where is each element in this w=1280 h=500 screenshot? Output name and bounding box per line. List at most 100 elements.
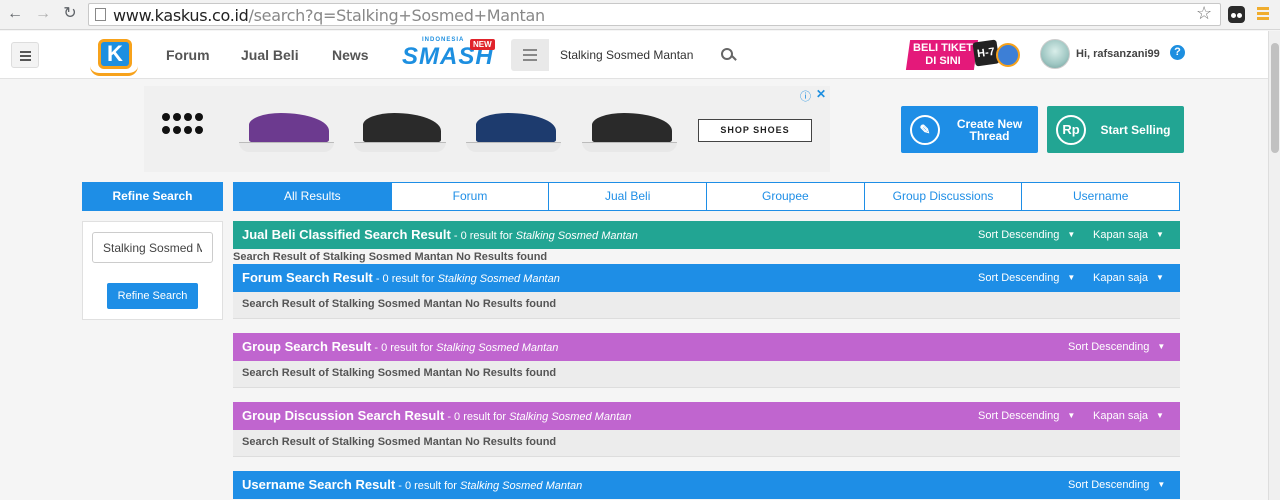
site-header: K Forum Jual Beli News INDONESIA SMASH N… (0, 31, 1268, 79)
mascot-icon (996, 43, 1020, 67)
chevron-down-icon: ▼ (1156, 411, 1164, 420)
nav-forum[interactable]: Forum (166, 47, 210, 63)
result-message: Search Result of Stalking Sosmed Mantan … (233, 292, 1180, 319)
ad-banner[interactable]: SHOP SHOES ⓘ ✕ (144, 86, 830, 172)
tab-forum[interactable]: Forum (392, 183, 550, 210)
sort-label: Sort Descending (978, 410, 1060, 422)
shoe-image (354, 106, 446, 152)
tab-all-results[interactable]: All Results (234, 183, 392, 210)
avatar[interactable] (1040, 39, 1070, 69)
chevron-down-icon: ▼ (1156, 273, 1164, 282)
result-query: Stalking Sosmed Mantan (436, 342, 559, 354)
header-search (511, 39, 746, 71)
tab-jual-beli[interactable]: Jual Beli (549, 183, 708, 210)
time-label: Kapan saja (1093, 410, 1149, 422)
result-title: Username Search Result - 0 result for St… (242, 477, 582, 492)
result-count: - 0 result for (371, 342, 437, 354)
search-icon[interactable] (719, 46, 737, 64)
start-selling-label: Start Selling (1100, 122, 1171, 137)
smash-logo[interactable]: INDONESIA SMASH NEW (402, 37, 497, 73)
help-icon[interactable]: ? (1170, 45, 1185, 60)
refine-search-input[interactable] (92, 232, 213, 263)
result-count: - 0 result for (372, 273, 438, 285)
refine-search-title: Refine Search (82, 182, 223, 211)
result-title-text: Jual Beli Classified Search Result (242, 227, 451, 242)
pencil-icon: ✎ (910, 115, 940, 145)
refine-search-button[interactable]: Refine Search (107, 283, 198, 309)
sort-dropdown[interactable]: Sort Descending ▼ (1068, 479, 1165, 491)
forward-arrow-icon[interactable]: → (33, 4, 53, 24)
url-host: www.kaskus.co.id (113, 6, 249, 25)
search-category-icon[interactable] (523, 49, 537, 64)
address-bar[interactable]: www.kaskus.co.id/search?q=Stalking+Sosme… (88, 3, 1221, 26)
hamburger-menu-button[interactable] (11, 42, 39, 68)
result-query: Stalking Sosmed Mantan (509, 411, 632, 423)
shoe-upper (248, 113, 330, 143)
result-title-text: Forum Search Result (242, 270, 373, 285)
tab-group-discussions[interactable]: Group Discussions (865, 183, 1023, 210)
shoe-upper (591, 113, 673, 143)
page-icon (95, 8, 106, 21)
result-tabs: All Results Forum Jual Beli Groupee Grou… (233, 182, 1180, 211)
bookmark-star-icon[interactable]: ☆ (1196, 3, 1212, 24)
search-input[interactable] (549, 39, 746, 71)
tab-groupee[interactable]: Groupee (707, 183, 865, 210)
time-label: Kapan saja (1093, 272, 1149, 284)
sort-dropdown[interactable]: Sort Descending ▼ (978, 272, 1075, 284)
sort-label: Sort Descending (978, 229, 1060, 241)
back-arrow-icon[interactable]: ← (5, 4, 25, 24)
browser-toolbar: ← → ↻ www.kaskus.co.id/search?q=Stalking… (0, 0, 1280, 30)
result-count: - 0 result for (450, 230, 516, 242)
beli-tiket-banner[interactable]: BELI TIKET DI SINI H-7 (905, 39, 1022, 71)
nav-news[interactable]: News (332, 47, 369, 63)
adchoices-icon[interactable]: ⓘ (800, 88, 811, 104)
sort-label: Sort Descending (1068, 479, 1150, 491)
sort-dropdown[interactable]: Sort Descending ▼ (978, 410, 1075, 422)
chevron-down-icon: ▼ (1067, 230, 1076, 239)
time-label: Kapan saja (1093, 229, 1149, 241)
start-selling-button[interactable]: Rp Start Selling (1047, 106, 1184, 153)
page-scrollbar[interactable] (1268, 31, 1280, 500)
sort-label: Sort Descending (978, 272, 1060, 284)
kaskus-logo[interactable]: K (90, 36, 138, 76)
nav-jual-beli[interactable]: Jual Beli (241, 47, 299, 63)
result-title: Forum Search Result - 0 result for Stalk… (242, 270, 560, 285)
brand-logo (162, 113, 207, 143)
jual-beli-result-header: Jual Beli Classified Search Result - 0 r… (233, 221, 1180, 249)
result-query: Stalking Sosmed Mantan (459, 480, 583, 492)
result-count: - 0 result for (395, 480, 460, 492)
result-title-text: Group Discussion Search Result (242, 408, 445, 423)
time-filter-dropdown[interactable]: Kapan saja ▼ (1093, 410, 1164, 422)
chevron-down-icon: ▼ (1067, 411, 1076, 420)
browser-menu-icon[interactable] (1257, 7, 1269, 22)
close-icon[interactable]: ✕ (816, 87, 826, 101)
reload-icon[interactable]: ↻ (60, 4, 80, 24)
result-message: Search Result of Stalking Sosmed Mantan … (233, 251, 548, 263)
tab-username[interactable]: Username (1022, 183, 1179, 210)
address-url[interactable]: www.kaskus.co.id/search?q=Stalking+Sosme… (113, 6, 545, 25)
result-message: Search Result of Stalking Sosmed Mantan … (233, 361, 1180, 388)
refine-search-panel: Refine Search (82, 221, 223, 320)
username-result-header: Username Search Result - 0 result for St… (233, 471, 1180, 499)
chevron-down-icon: ▼ (1157, 480, 1166, 489)
shop-shoes-button[interactable]: SHOP SHOES (698, 119, 812, 142)
result-title-text: Username Search Result (242, 477, 396, 492)
time-filter-dropdown[interactable]: Kapan saja ▼ (1093, 272, 1164, 284)
sort-dropdown[interactable]: Sort Descending ▼ (978, 229, 1075, 241)
time-filter-dropdown[interactable]: Kapan saja ▼ (1093, 229, 1164, 241)
result-count: - 0 result for (444, 411, 510, 423)
result-query: Stalking Sosmed Mantan (515, 230, 638, 242)
forum-result-header: Forum Search Result - 0 result for Stalk… (233, 264, 1180, 292)
shoe-upper (363, 113, 442, 143)
user-greeting[interactable]: Hi, rafsanzani99 (1076, 48, 1160, 60)
sort-label: Sort Descending (1068, 341, 1150, 353)
url-path: /search?q=Stalking+Sosmed+Mantan (248, 6, 546, 25)
group-discussion-result-header: Group Discussion Search Result - 0 resul… (233, 402, 1180, 430)
result-title: Group Discussion Search Result - 0 resul… (242, 408, 631, 423)
extension-icon[interactable] (1228, 6, 1245, 23)
create-thread-button[interactable]: ✎ Create New Thread (901, 106, 1038, 153)
result-title: Group Search Result - 0 result for Stalk… (242, 339, 558, 354)
chevron-down-icon: ▼ (1157, 342, 1166, 351)
shoe-upper (475, 113, 557, 143)
sort-dropdown[interactable]: Sort Descending ▼ (1068, 341, 1165, 353)
